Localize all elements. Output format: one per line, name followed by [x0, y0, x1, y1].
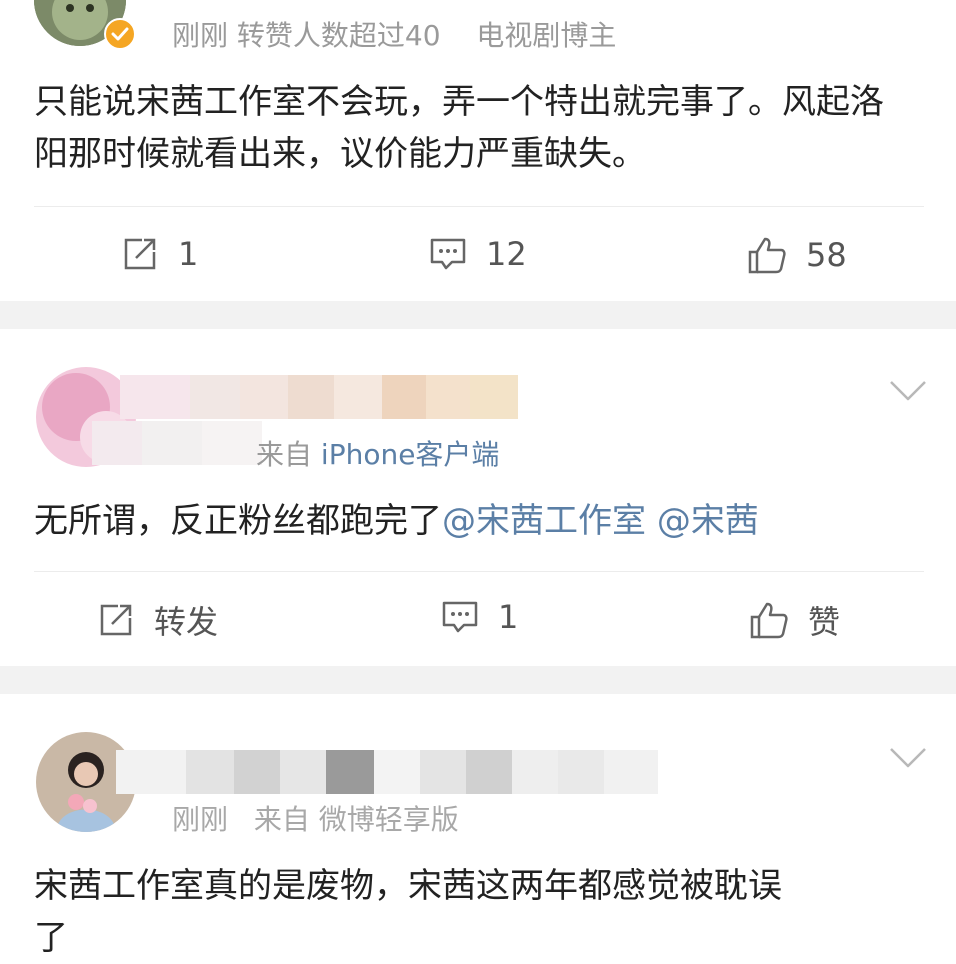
post-text-line: 了	[34, 918, 68, 958]
user-badge: 电视剧博主	[476, 19, 617, 52]
divider	[34, 206, 924, 207]
source-prefix: 来自	[253, 803, 310, 836]
post-card-2: 来自 iPhone客户端 无所谓，反正粉丝都跑完了@宋茜工作室 @宋茜 转发 1…	[0, 329, 956, 666]
chevron-down-icon[interactable]	[888, 379, 928, 403]
mention-link[interactable]: @宋茜工作室	[442, 501, 646, 541]
repost-icon	[124, 238, 156, 270]
chevron-down-icon[interactable]	[888, 746, 928, 770]
username-blurred-2	[92, 421, 262, 465]
username-blurred	[120, 375, 518, 419]
source-link[interactable]: 微博轻享版	[319, 803, 459, 836]
like-count: 58	[806, 236, 847, 274]
post-info: 转赞人数超过40	[236, 19, 441, 52]
comment-icon	[430, 238, 466, 270]
post-time: 刚刚	[172, 19, 229, 52]
like-button[interactable]: 58	[746, 234, 847, 276]
post-time: 刚刚	[172, 803, 229, 836]
post-text-line: 宋茜工作室真的是废物，宋茜这两年都感觉被耽误	[34, 866, 782, 906]
post-text-content: 无所谓，反正粉丝都跑完了	[34, 501, 442, 541]
post-text: 只能说宋茜工作室不会玩，弄一个特出就完事了。风起洛阳那时候就看出来，议价能力严重…	[34, 82, 884, 174]
divider	[34, 571, 924, 572]
thumbs-up-icon	[748, 237, 786, 274]
source-prefix: 来自	[256, 438, 313, 471]
repost-button[interactable]: 转发	[96, 597, 218, 643]
comment-button[interactable]: 1	[440, 597, 518, 637]
source-link[interactable]: iPhone客户端	[321, 438, 500, 471]
post-card-3: 刚刚 来自 微博轻享版 宋茜工作室真的是废物，宋茜这两年都感觉被耽误 了	[0, 694, 956, 964]
like-label: 赞	[808, 603, 841, 641]
comment-button[interactable]: 12	[428, 234, 527, 274]
repost-button[interactable]: 1	[120, 234, 198, 274]
mention-link[interactable]: @宋茜	[657, 501, 759, 541]
post-meta: 来自 iPhone客户端	[256, 433, 499, 473]
post-meta: 刚刚 转赞人数超过40 电视剧博主	[172, 14, 616, 54]
like-button[interactable]: 赞	[748, 597, 840, 643]
repost-count: 1	[178, 235, 199, 273]
post-text: 宋茜工作室真的是废物，宋茜这两年都感觉被耽误 了	[34, 860, 934, 964]
verified-badge-icon	[104, 18, 136, 50]
post-card-1: 刚刚 转赞人数超过40 电视剧博主 只能说宋茜工作室不会玩，弄一个特出就完事了。…	[0, 0, 956, 301]
thumbs-up-icon	[750, 602, 788, 639]
username-blurred	[116, 750, 658, 794]
repost-icon	[100, 604, 132, 636]
comment-count: 1	[498, 598, 519, 636]
comment-icon	[442, 601, 478, 633]
repost-label: 转发	[154, 603, 219, 641]
comment-count: 12	[486, 235, 527, 273]
post-text: 无所谓，反正粉丝都跑完了@宋茜工作室 @宋茜	[34, 495, 934, 547]
post-meta: 刚刚 来自 微博轻享版	[172, 798, 459, 838]
